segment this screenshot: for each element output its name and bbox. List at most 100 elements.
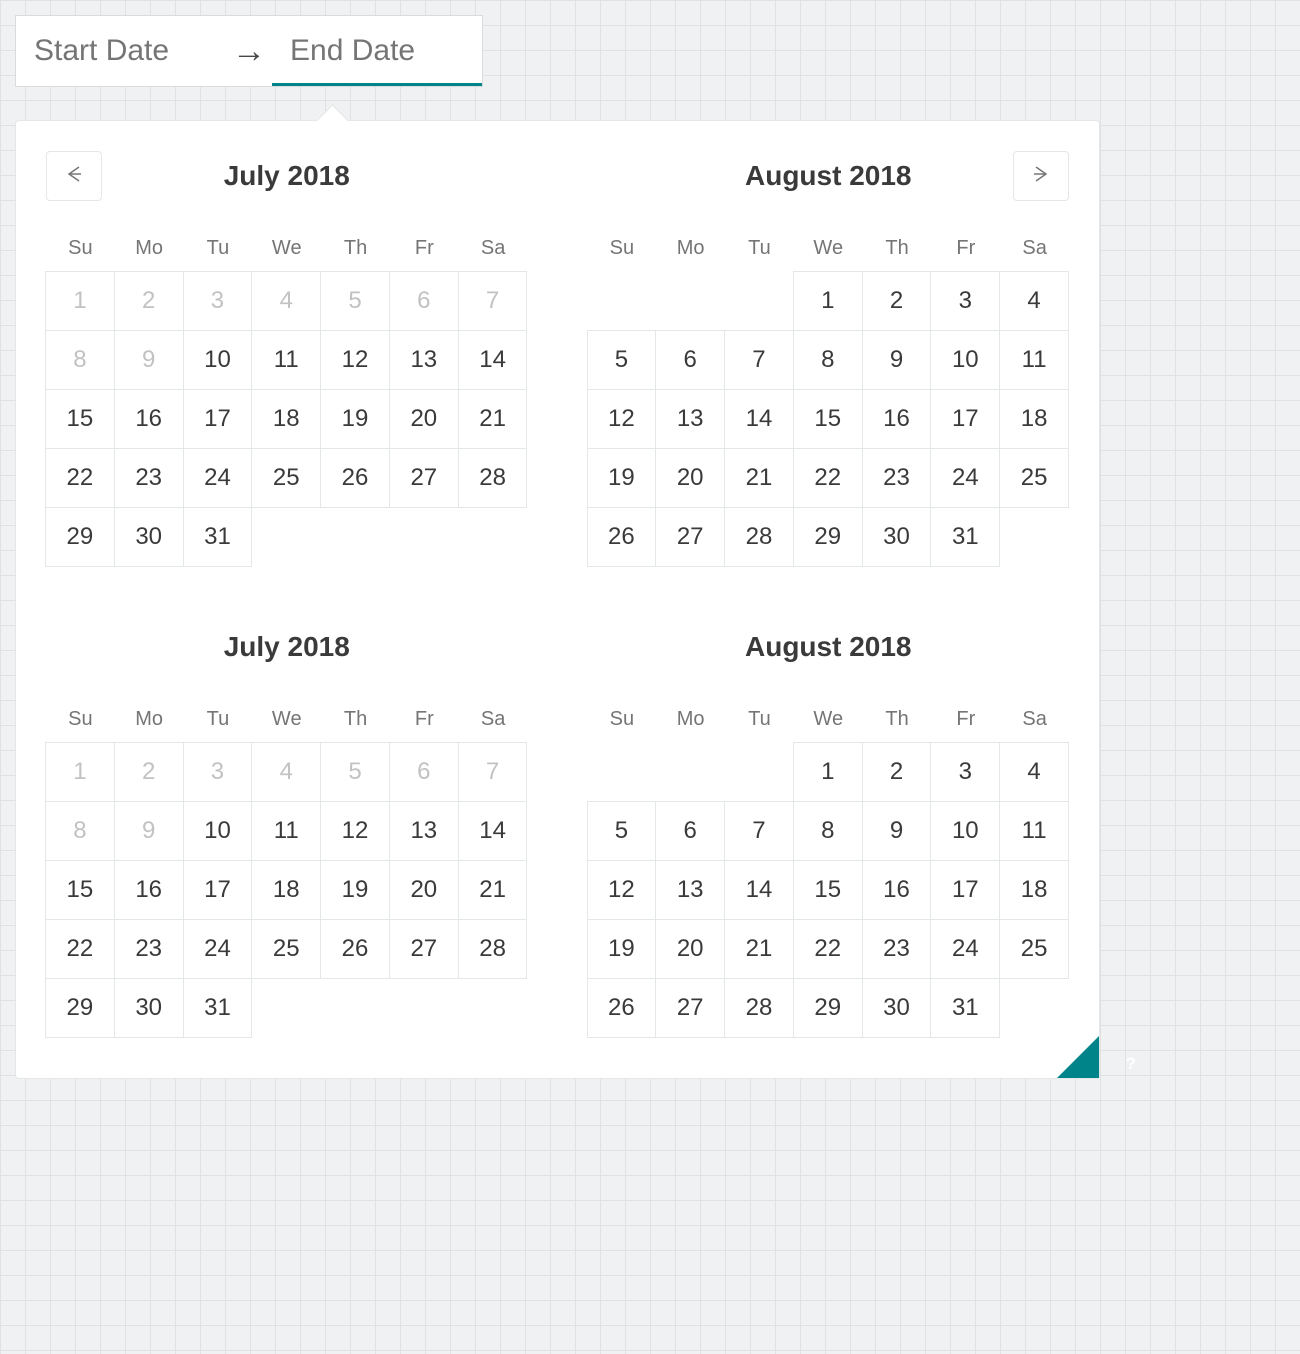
calendar-day[interactable]: 24 <box>183 448 253 508</box>
calendar-day[interactable]: 16 <box>862 389 932 449</box>
calendar-day[interactable]: 11 <box>999 330 1069 390</box>
calendar-day[interactable]: 14 <box>458 801 528 861</box>
calendar-day[interactable]: 10 <box>183 801 253 861</box>
calendar-day[interactable]: 27 <box>655 978 725 1038</box>
calendar-day[interactable]: 30 <box>862 507 932 567</box>
calendar-day[interactable]: 28 <box>724 978 794 1038</box>
calendar-day[interactable]: 9 <box>862 801 932 861</box>
calendar-day[interactable]: 28 <box>724 507 794 567</box>
calendar-day[interactable]: 21 <box>458 860 528 920</box>
calendar-day[interactable]: 12 <box>587 389 657 449</box>
calendar-day[interactable]: 18 <box>251 860 321 920</box>
calendar-day[interactable]: 5 <box>587 801 657 861</box>
calendar-day[interactable]: 22 <box>793 919 863 979</box>
calendar-day[interactable]: 10 <box>930 801 1000 861</box>
prev-month-button[interactable] <box>46 151 102 201</box>
calendar-day[interactable]: 11 <box>999 801 1069 861</box>
calendar-day[interactable]: 12 <box>587 860 657 920</box>
calendar-day[interactable]: 23 <box>114 448 184 508</box>
calendar-day[interactable]: 22 <box>45 448 115 508</box>
calendar-day[interactable]: 13 <box>655 389 725 449</box>
calendar-day[interactable]: 23 <box>862 919 932 979</box>
calendar-day[interactable]: 20 <box>655 448 725 508</box>
calendar-day[interactable]: 15 <box>793 860 863 920</box>
calendar-day[interactable]: 23 <box>862 448 932 508</box>
calendar-day[interactable]: 29 <box>45 507 115 567</box>
calendar-day[interactable]: 3 <box>930 271 1000 331</box>
calendar-day[interactable]: 26 <box>320 919 390 979</box>
calendar-day[interactable]: 17 <box>183 860 253 920</box>
calendar-day[interactable]: 27 <box>655 507 725 567</box>
calendar-day[interactable]: 24 <box>183 919 253 979</box>
calendar-day[interactable]: 20 <box>389 389 459 449</box>
calendar-day[interactable]: 16 <box>862 860 932 920</box>
calendar-day[interactable]: 18 <box>251 389 321 449</box>
calendar-day[interactable]: 22 <box>45 919 115 979</box>
calendar-day[interactable]: 23 <box>114 919 184 979</box>
calendar-day[interactable]: 11 <box>251 330 321 390</box>
calendar-day[interactable]: 14 <box>724 860 794 920</box>
calendar-day[interactable]: 28 <box>458 919 528 979</box>
calendar-day[interactable]: 19 <box>587 448 657 508</box>
calendar-day[interactable]: 19 <box>320 860 390 920</box>
calendar-day[interactable]: 19 <box>587 919 657 979</box>
calendar-day[interactable]: 24 <box>930 919 1000 979</box>
calendar-day[interactable]: 12 <box>320 801 390 861</box>
calendar-day[interactable]: 17 <box>930 860 1000 920</box>
calendar-day[interactable]: 4 <box>999 271 1069 331</box>
calendar-day[interactable]: 30 <box>114 507 184 567</box>
calendar-day[interactable]: 6 <box>655 801 725 861</box>
calendar-day[interactable]: 2 <box>862 271 932 331</box>
calendar-day[interactable]: 19 <box>320 389 390 449</box>
calendar-day[interactable]: 10 <box>930 330 1000 390</box>
calendar-day[interactable]: 12 <box>320 330 390 390</box>
calendar-day[interactable]: 27 <box>389 919 459 979</box>
calendar-day[interactable]: 29 <box>793 507 863 567</box>
calendar-day[interactable]: 8 <box>793 801 863 861</box>
calendar-day[interactable]: 28 <box>458 448 528 508</box>
calendar-day[interactable]: 27 <box>389 448 459 508</box>
calendar-day[interactable]: 7 <box>724 801 794 861</box>
calendar-day[interactable]: 29 <box>793 978 863 1038</box>
calendar-day[interactable]: 13 <box>389 801 459 861</box>
calendar-day[interactable]: 11 <box>251 801 321 861</box>
calendar-day[interactable]: 25 <box>999 448 1069 508</box>
calendar-day[interactable]: 21 <box>458 389 528 449</box>
calendar-day[interactable]: 3 <box>930 742 1000 802</box>
calendar-day[interactable]: 1 <box>793 271 863 331</box>
calendar-day[interactable]: 31 <box>930 978 1000 1038</box>
calendar-day[interactable]: 17 <box>930 389 1000 449</box>
calendar-day[interactable]: 13 <box>655 860 725 920</box>
calendar-day[interactable]: 31 <box>930 507 1000 567</box>
calendar-day[interactable]: 26 <box>587 978 657 1038</box>
calendar-day[interactable]: 14 <box>724 389 794 449</box>
next-month-button[interactable] <box>1013 151 1069 201</box>
calendar-day[interactable]: 18 <box>999 860 1069 920</box>
calendar-day[interactable]: 30 <box>862 978 932 1038</box>
calendar-day[interactable]: 15 <box>45 389 115 449</box>
calendar-day[interactable]: 15 <box>45 860 115 920</box>
calendar-day[interactable]: 18 <box>999 389 1069 449</box>
end-date-input[interactable] <box>272 16 482 86</box>
calendar-day[interactable]: 31 <box>183 507 253 567</box>
calendar-day[interactable]: 5 <box>587 330 657 390</box>
calendar-day[interactable]: 30 <box>114 978 184 1038</box>
calendar-day[interactable]: 25 <box>251 448 321 508</box>
calendar-day[interactable]: 10 <box>183 330 253 390</box>
calendar-day[interactable]: 2 <box>862 742 932 802</box>
calendar-day[interactable]: 14 <box>458 330 528 390</box>
calendar-day[interactable]: 1 <box>793 742 863 802</box>
calendar-day[interactable]: 20 <box>389 860 459 920</box>
calendar-day[interactable]: 6 <box>655 330 725 390</box>
calendar-day[interactable]: 20 <box>655 919 725 979</box>
calendar-day[interactable]: 17 <box>183 389 253 449</box>
calendar-day[interactable]: 22 <box>793 448 863 508</box>
calendar-day[interactable]: 26 <box>320 448 390 508</box>
calendar-day[interactable]: 21 <box>724 919 794 979</box>
calendar-day[interactable]: 25 <box>251 919 321 979</box>
calendar-day[interactable]: 16 <box>114 389 184 449</box>
calendar-day[interactable]: 4 <box>999 742 1069 802</box>
calendar-day[interactable]: 29 <box>45 978 115 1038</box>
help-button[interactable]: ? <box>1057 1036 1099 1078</box>
calendar-day[interactable]: 21 <box>724 448 794 508</box>
